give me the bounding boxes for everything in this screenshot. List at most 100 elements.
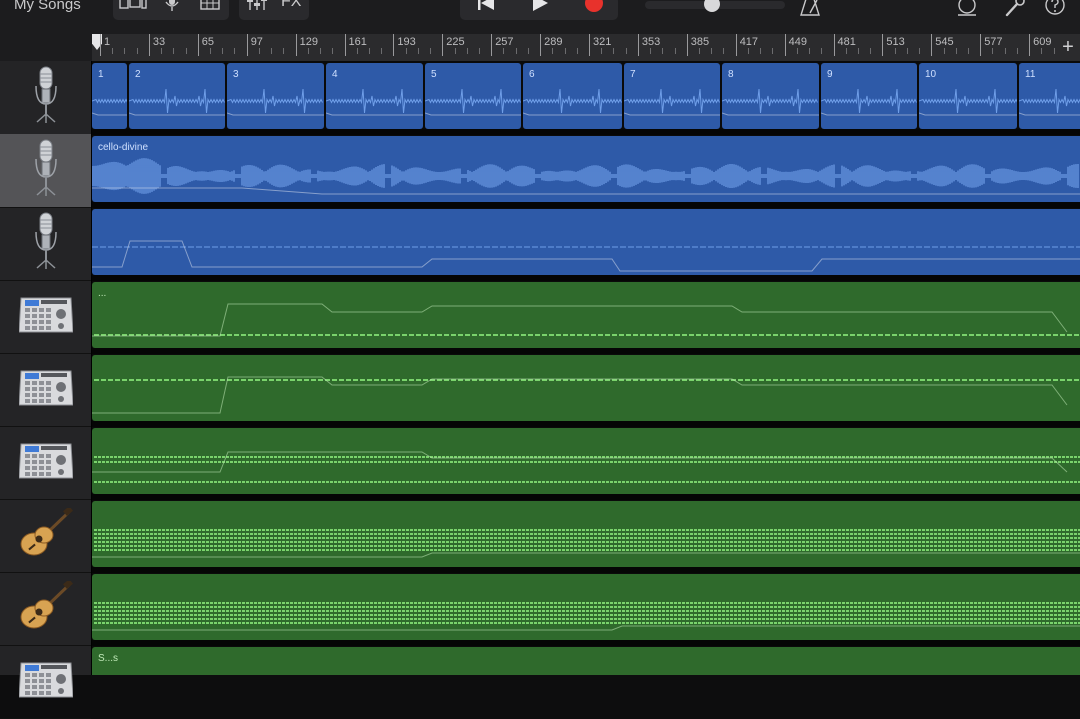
midi-note xyxy=(146,481,149,483)
midi-note xyxy=(718,618,721,620)
midi-note xyxy=(350,614,353,616)
metronome-icon[interactable] xyxy=(795,0,825,20)
midi-note xyxy=(990,529,993,531)
audio-region[interactable] xyxy=(92,209,1080,275)
timeline-ruler[interactable]: 1 33 65 97 129 161 193 225 257 289 321 353 385 417 449… xyxy=(92,34,1080,62)
midi-note xyxy=(650,529,653,531)
microphone-toolbar-icon[interactable] xyxy=(157,0,187,16)
play-icon[interactable] xyxy=(520,0,560,16)
track-header[interactable] xyxy=(0,426,91,500)
midi-note xyxy=(738,541,741,543)
midi-note xyxy=(546,602,549,604)
midi-note xyxy=(866,622,869,624)
help-icon[interactable] xyxy=(1040,0,1070,20)
track-header[interactable] xyxy=(0,207,91,281)
view-controls-group xyxy=(113,0,229,20)
grid-view-icon[interactable] xyxy=(195,0,225,16)
mixer-sliders-icon[interactable] xyxy=(241,0,273,16)
midi-region[interactable]: ... xyxy=(92,282,1080,348)
track-header[interactable] xyxy=(0,61,91,135)
midi-note xyxy=(714,602,717,604)
midi-note xyxy=(926,461,929,463)
midi-note xyxy=(386,602,389,604)
midi-note xyxy=(842,529,845,531)
audio-region[interactable]: 5 xyxy=(425,63,521,129)
midi-note xyxy=(130,622,133,624)
midi-region[interactable] xyxy=(92,355,1080,421)
my-songs-button[interactable]: My Songs xyxy=(14,0,81,13)
midi-note xyxy=(162,461,165,463)
fx-button[interactable]: FX xyxy=(281,0,301,11)
midi-note xyxy=(938,606,941,608)
midi-note xyxy=(230,529,233,531)
midi-note xyxy=(202,545,205,547)
midi-note xyxy=(734,614,737,616)
audio-region[interactable]: 6 xyxy=(523,63,622,129)
midi-note xyxy=(394,537,397,539)
midi-note xyxy=(390,461,393,463)
midi-note xyxy=(366,622,369,624)
track-header[interactable] xyxy=(0,280,91,354)
track-header[interactable] xyxy=(0,353,91,427)
midi-note xyxy=(398,537,401,539)
midi-note xyxy=(950,622,953,624)
midi-note xyxy=(798,537,801,539)
midi-note xyxy=(566,606,569,608)
midi-note xyxy=(378,549,381,551)
browser-view-icon[interactable] xyxy=(115,0,151,16)
audio-region[interactable]: 1 xyxy=(92,63,127,129)
track-header[interactable] xyxy=(0,645,91,719)
midi-note xyxy=(466,461,469,463)
midi-note xyxy=(650,618,653,620)
settings-wrench-icon[interactable] xyxy=(1000,0,1030,20)
track-header[interactable] xyxy=(0,572,91,646)
midi-note xyxy=(558,461,561,463)
midi-note xyxy=(390,545,393,547)
drum-machine-icon xyxy=(17,438,74,487)
audio-region[interactable]: 2 xyxy=(129,63,225,129)
midi-region[interactable] xyxy=(92,501,1080,567)
midi-note xyxy=(694,602,697,604)
midi-note xyxy=(106,456,109,458)
midi-note xyxy=(514,334,519,336)
automation-line xyxy=(92,240,1080,272)
midi-note xyxy=(390,618,393,620)
midi-note xyxy=(106,541,109,543)
midi-note xyxy=(162,618,165,620)
midi-region[interactable] xyxy=(92,428,1080,494)
add-section-button[interactable]: + xyxy=(1056,34,1080,61)
master-volume-slider[interactable] xyxy=(645,0,785,12)
audio-region[interactable]: 11 xyxy=(1019,63,1080,129)
midi-note xyxy=(270,610,273,612)
midi-note xyxy=(494,529,497,531)
audio-region[interactable]: 10 xyxy=(919,63,1017,129)
midi-note xyxy=(874,602,877,604)
midi-region[interactable]: S...s xyxy=(92,647,1080,675)
track-header[interactable] xyxy=(0,499,91,573)
audio-region[interactable]: 7 xyxy=(624,63,720,129)
record-icon[interactable] xyxy=(574,0,614,16)
midi-note xyxy=(730,481,733,483)
audio-region-cello[interactable]: cello-divine xyxy=(92,136,1080,202)
audio-region[interactable]: 3 xyxy=(227,63,324,129)
midi-note xyxy=(1050,610,1053,612)
midi-note xyxy=(702,481,705,483)
audio-region[interactable]: 9 xyxy=(821,63,917,129)
midi-note xyxy=(758,622,761,624)
midi-note xyxy=(894,481,897,483)
track-header[interactable] xyxy=(0,134,91,208)
midi-note xyxy=(642,606,645,608)
audio-region[interactable]: 8 xyxy=(722,63,819,129)
midi-region[interactable] xyxy=(92,574,1080,640)
midi-note xyxy=(1018,461,1021,463)
loop-browser-icon[interactable] xyxy=(952,0,982,20)
midi-note xyxy=(298,533,301,535)
audio-region[interactable]: 4 xyxy=(326,63,423,129)
midi-note xyxy=(862,481,865,483)
rewind-icon[interactable] xyxy=(466,0,506,16)
midi-note xyxy=(518,610,521,612)
midi-note xyxy=(787,334,792,336)
midi-note xyxy=(830,622,833,624)
automation-line xyxy=(425,112,521,116)
volume-knob[interactable] xyxy=(704,0,720,12)
